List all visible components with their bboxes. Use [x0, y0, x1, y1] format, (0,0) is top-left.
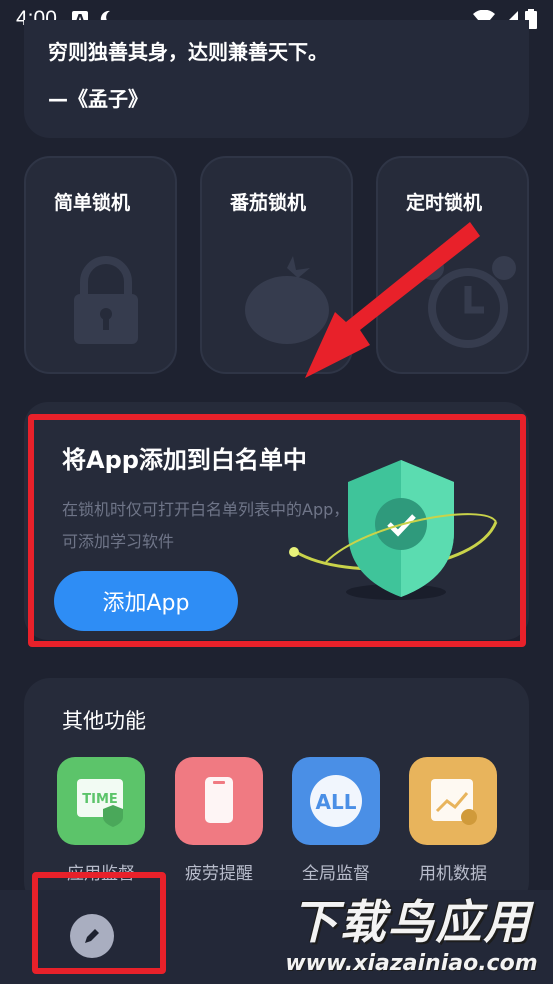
svg-text:ALL: ALL: [316, 790, 357, 814]
alarm-clock-icon: [420, 256, 516, 348]
watermark-logo: 下载鸟应用 www.xiazainiao.com: [270, 893, 553, 984]
svg-text:TIME: TIME: [82, 792, 118, 807]
global-supervision-label: 全局监督: [302, 864, 370, 884]
watermark-url: www.xiazainiao.com: [285, 951, 538, 976]
tomato-icon: [245, 256, 329, 344]
padlock-icon: [74, 256, 138, 344]
quote-text: 穷则独善其身，达则兼善天下。: [48, 40, 328, 64]
feature-global-supervision[interactable]: ALL 全局监督: [292, 757, 380, 884]
usage-data-icon: [409, 757, 497, 845]
simple-lock-card[interactable]: 简单锁机: [24, 156, 177, 374]
tomato-lock-label: 番茄锁机: [230, 192, 307, 214]
global-supervision-icon: ALL: [292, 757, 380, 845]
fatigue-reminder-icon: [175, 757, 263, 845]
compass-highlight-box: [32, 872, 166, 974]
fatigue-reminder-label: 疲劳提醒: [185, 864, 253, 884]
whitelist-highlight-box: [28, 414, 526, 647]
quote-author: —《孟子》: [48, 87, 148, 111]
timed-lock-card[interactable]: 定时锁机: [376, 156, 529, 374]
feature-app-supervision[interactable]: TIME 应用监督: [57, 757, 145, 884]
tomato-lock-card[interactable]: 番茄锁机: [200, 156, 353, 374]
timed-lock-label: 定时锁机: [406, 192, 483, 214]
other-features-title: 其他功能: [62, 709, 146, 733]
quote-card: 穷则独善其身，达则兼善天下。 —《孟子》: [24, 20, 529, 138]
feature-usage-data[interactable]: 用机数据: [409, 757, 497, 884]
app-supervision-icon: TIME: [57, 757, 145, 845]
feature-fatigue-reminder[interactable]: 疲劳提醒: [175, 757, 263, 884]
usage-data-label: 用机数据: [419, 864, 487, 884]
simple-lock-label: 简单锁机: [54, 192, 131, 214]
watermark-title: 下载鸟应用: [291, 895, 532, 949]
